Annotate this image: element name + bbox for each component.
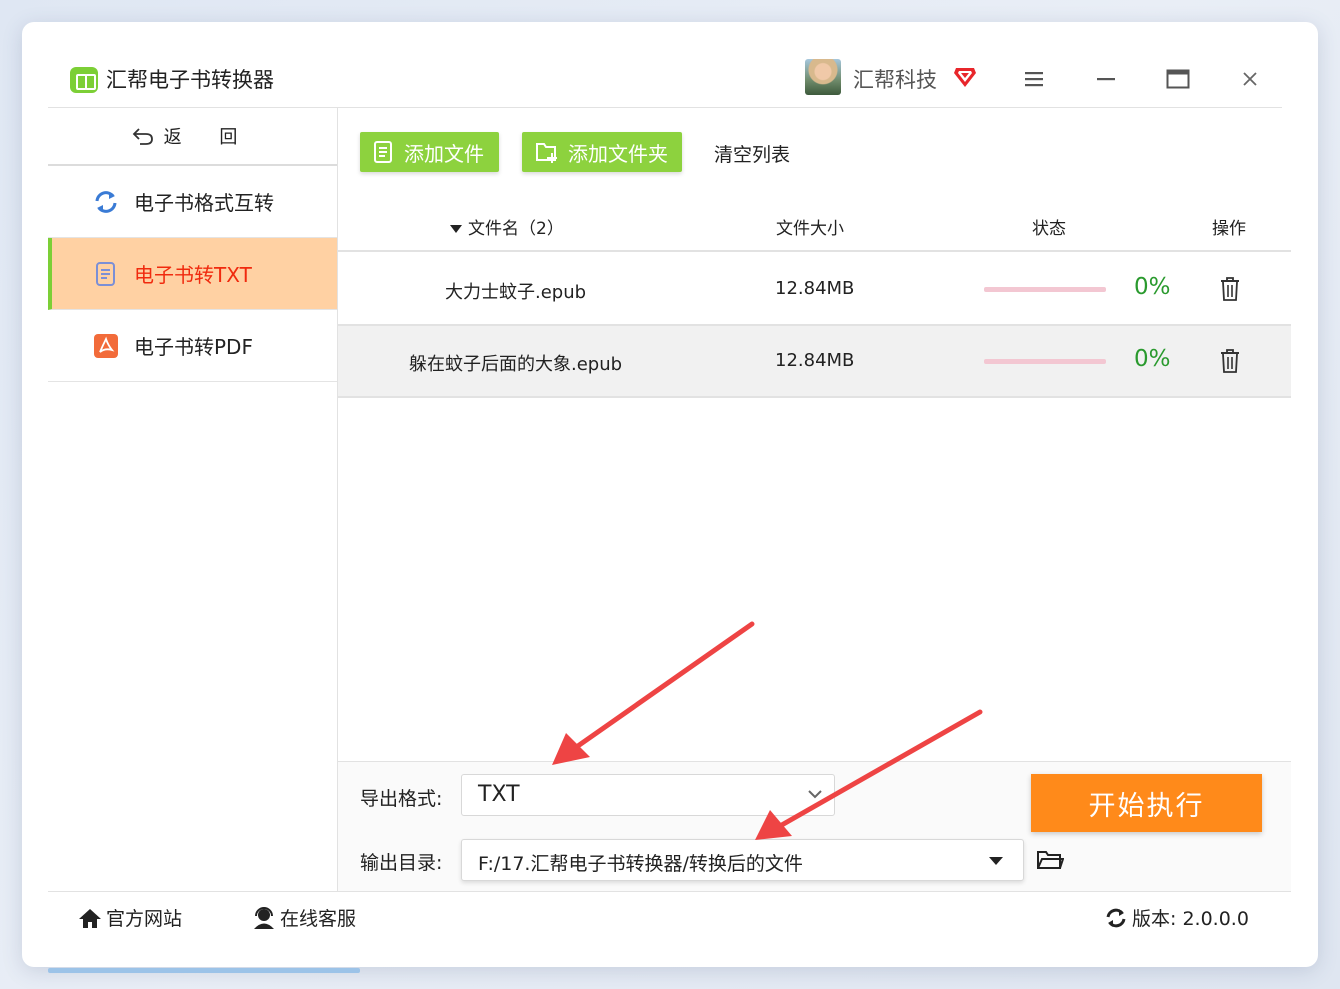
progress-percent: 0% bbox=[1134, 274, 1171, 300]
sidebar: 返 回 电子书格式互转 电子书转TXT 电子书转PDF bbox=[48, 108, 338, 892]
export-format-value: TXT bbox=[478, 782, 520, 807]
add-file-icon bbox=[374, 141, 392, 163]
app-title: 汇帮电子书转换器 bbox=[106, 68, 274, 92]
export-format-label: 导出格式: bbox=[360, 788, 443, 810]
toolbar: 添加文件 添加文件夹 清空列表 bbox=[338, 108, 1291, 196]
back-label: 返 回 bbox=[163, 127, 254, 148]
table-header: 文件名（2） 文件大小 状态 操作 bbox=[338, 196, 1291, 252]
file-size: 12.84MB bbox=[775, 278, 855, 299]
sidebar-item-to-pdf[interactable]: 电子书转PDF bbox=[48, 310, 337, 382]
version-label: 版本: 2.0.0.0 bbox=[1132, 908, 1249, 930]
table-row[interactable]: 躲在蚊子后面的大象.epub 12.84MB 0% bbox=[338, 326, 1291, 398]
title-bar: 汇帮电子书转换器 汇帮科技 bbox=[48, 50, 1282, 108]
add-file-label: 添加文件 bbox=[404, 141, 484, 166]
official-site-link[interactable]: 官方网站 bbox=[78, 904, 182, 931]
user-avatar[interactable] bbox=[805, 59, 841, 95]
column-header-size: 文件大小 bbox=[776, 219, 844, 239]
file-name: 大力士蚊子.epub bbox=[444, 282, 587, 303]
maximize-icon bbox=[1166, 69, 1190, 89]
official-site-label: 官方网站 bbox=[106, 908, 183, 930]
customer-service-icon bbox=[254, 906, 274, 929]
refresh-icon bbox=[92, 188, 120, 216]
online-service-link[interactable]: 在线客服 bbox=[252, 904, 356, 931]
sidebar-item-format-convert[interactable]: 电子书格式互转 bbox=[48, 166, 337, 238]
menu-button[interactable] bbox=[1014, 60, 1054, 98]
close-button[interactable] bbox=[1230, 60, 1270, 98]
document-icon bbox=[92, 260, 120, 288]
hamburger-icon bbox=[1025, 72, 1043, 87]
home-icon bbox=[79, 908, 101, 928]
output-dir-select[interactable]: F:/17.汇帮电子书转换器/转换后的文件 bbox=[461, 839, 1024, 881]
file-size: 12.84MB bbox=[775, 350, 855, 371]
progress-bar bbox=[984, 359, 1106, 364]
output-dir-value: F:/17.汇帮电子书转换器/转换后的文件 bbox=[478, 853, 803, 875]
sidebar-item-label: 电子书转PDF bbox=[134, 335, 253, 359]
output-settings-panel: 导出格式: TXT 输出目录: F:/17.汇帮电子书转换器/转换后的文件 开始… bbox=[338, 761, 1291, 892]
column-header-name-label: 文件名（2） bbox=[468, 219, 564, 239]
table-row[interactable]: 大力士蚊子.epub 12.84MB 0% bbox=[338, 254, 1291, 326]
progress-bar bbox=[984, 287, 1106, 292]
add-folder-label: 添加文件夹 bbox=[568, 141, 668, 166]
main-panel: 添加文件 添加文件夹 清空列表 文件名（2） 文件大小 状态 操作 大力士蚊子.… bbox=[338, 108, 1291, 892]
sort-caret-icon bbox=[450, 225, 462, 233]
clear-list-button[interactable]: 清空列表 bbox=[714, 140, 790, 167]
taskbar-accent bbox=[48, 968, 360, 973]
sidebar-item-to-txt[interactable]: 电子书转TXT bbox=[48, 238, 337, 310]
minimize-icon bbox=[1097, 78, 1115, 81]
pdf-icon bbox=[92, 332, 120, 360]
column-header-name[interactable]: 文件名（2） bbox=[450, 214, 564, 239]
trash-icon[interactable] bbox=[1218, 348, 1242, 374]
sidebar-item-label: 电子书转TXT bbox=[134, 263, 252, 287]
version-info[interactable]: 版本: 2.0.0.0 bbox=[1104, 904, 1249, 931]
start-button[interactable]: 开始执行 bbox=[1031, 774, 1262, 832]
minimize-button[interactable] bbox=[1086, 60, 1126, 98]
app-logo-icon bbox=[70, 67, 98, 93]
online-service-label: 在线客服 bbox=[280, 908, 357, 930]
file-name: 躲在蚊子后面的大象.epub bbox=[408, 354, 623, 375]
vip-diamond-icon[interactable] bbox=[952, 64, 978, 90]
trash-icon[interactable] bbox=[1218, 276, 1242, 302]
refresh-icon bbox=[1106, 908, 1126, 927]
column-header-op: 操作 bbox=[1212, 219, 1246, 239]
maximize-button[interactable] bbox=[1158, 60, 1198, 98]
sidebar-item-label: 电子书格式互转 bbox=[134, 191, 274, 215]
back-button[interactable]: 返 回 bbox=[48, 108, 337, 166]
undo-arrow-icon bbox=[132, 128, 153, 145]
user-name[interactable]: 汇帮科技 bbox=[853, 64, 937, 94]
close-icon bbox=[1243, 72, 1257, 86]
add-folder-icon bbox=[536, 143, 557, 163]
output-dir-label: 输出目录: bbox=[360, 852, 443, 874]
footer: 官方网站 在线客服 版本: 2.0.0.0 bbox=[48, 891, 1291, 943]
progress-percent: 0% bbox=[1134, 346, 1171, 372]
caret-down-icon bbox=[989, 857, 1003, 865]
column-header-status: 状态 bbox=[1032, 219, 1066, 239]
add-file-button[interactable]: 添加文件 bbox=[360, 132, 499, 172]
add-folder-button[interactable]: 添加文件夹 bbox=[522, 132, 682, 172]
export-format-select[interactable]: TXT bbox=[461, 774, 835, 816]
folder-open-icon[interactable] bbox=[1036, 848, 1064, 872]
chevron-down-icon bbox=[808, 790, 822, 799]
